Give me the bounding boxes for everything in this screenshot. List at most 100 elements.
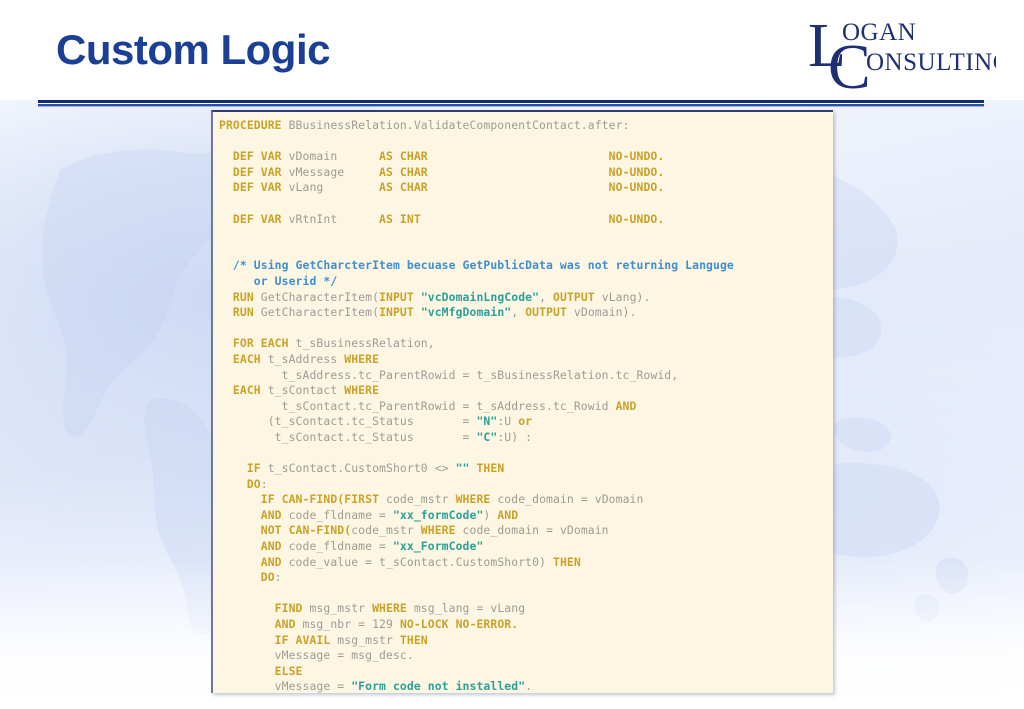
code-token: AND (260, 507, 289, 522)
code-token: vLang (288, 180, 380, 195)
code-token: code_mstr (351, 523, 421, 538)
code-token: vMessage = (219, 679, 352, 693)
code-token: code_fldname = (288, 507, 393, 522)
code-line: DO: (219, 477, 833, 493)
code-line: IF CAN-FIND(FIRST code_mstr WHERE code_d… (219, 492, 833, 508)
code-line: AND code_value = t_sContact.CustomShort0… (219, 555, 833, 571)
code-token: vLang). (601, 289, 651, 304)
code-token: "vcMfgDomain" (420, 305, 512, 320)
code-token: , (511, 305, 526, 320)
code-token: EACH (232, 383, 268, 398)
code-token: code_domain = vDomain (497, 492, 644, 507)
code-token: t_sContact.tc_ParentRowid = t_sAddress.t… (219, 398, 616, 413)
code-token: . (525, 679, 533, 693)
code-token: DO (246, 476, 261, 491)
code-token: PROCEDURE (219, 118, 289, 132)
code-line: DEF VAR vDomain AS CHAR NO-UNDO. (219, 149, 833, 165)
slide: Custom Logic L C OGAN ONSULTING PROCEDUR… (0, 0, 1024, 709)
code-token: FOR EACH (232, 336, 296, 351)
code-token: t_sAddress (267, 351, 345, 366)
code-token: WHERE (455, 492, 498, 507)
code-token: IF AVAIL (274, 632, 338, 647)
code-line: vMessage = msg_desc. (219, 648, 833, 664)
code-token: (t_sContact.tc_Status = (219, 414, 477, 429)
code-line: RUN GetCharacterItem(INPUT "vcDomainLngC… (219, 290, 833, 306)
code-token: "xx_FormCode" (392, 539, 484, 554)
code-token: ) (483, 507, 498, 522)
code-line: DEF VAR vMessage AS CHAR NO-UNDO. (219, 165, 833, 181)
code-token: msg_lang = vLang (413, 601, 526, 616)
code-token: : (274, 570, 282, 585)
code-token: vMessage = msg_desc. (219, 648, 414, 663)
code-line: AND code_fldname = "xx_FormCode" (219, 539, 833, 555)
code-token: ELSE (274, 663, 303, 678)
code-token: : (260, 476, 268, 491)
code-line: t_sAddress.tc_ParentRowid = t_sBusinessR… (219, 368, 833, 384)
code-token: or Userid */ (219, 273, 338, 288)
code-line: t_sContact.tc_ParentRowid = t_sAddress.t… (219, 399, 833, 415)
code-token: OUTPUT (525, 305, 574, 320)
title-divider (38, 100, 984, 108)
code-token: vDomain (288, 149, 380, 164)
code-token: BBusinessRelation.ValidateComponentConta… (288, 118, 630, 132)
code-token: vDomain). (573, 305, 637, 320)
code-line: (t_sContact.tc_Status = "N":U or (219, 414, 833, 430)
code-token: NOT CAN-FIND( (260, 523, 352, 538)
code-token: WHERE (344, 383, 380, 398)
code-line: FIND msg_mstr WHERE msg_lang = vLang (219, 601, 833, 617)
code-token: DO (260, 570, 275, 585)
logo-word-consulting: ONSULTING (866, 49, 996, 76)
code-token: AS CHAR (379, 149, 428, 164)
code-line: IF AVAIL msg_mstr THEN (219, 633, 833, 649)
code-token: t_sAddress.tc_ParentRowid = t_sBusinessR… (219, 367, 679, 382)
code-token: EACH (232, 351, 268, 366)
code-token: AS CHAR (379, 180, 428, 195)
code-token: RUN (232, 289, 261, 304)
code-token: "vcDomainLngCode" (420, 289, 540, 304)
code-token: "" (455, 461, 477, 476)
code-token: DEF VAR (232, 149, 289, 164)
code-token: OUTPUT (553, 289, 602, 304)
code-line: /* Using GetCharcterItem becuase GetPubl… (219, 258, 833, 274)
code-token: AND (260, 539, 289, 554)
code-token: WHERE (420, 523, 463, 538)
code-line: DEF VAR vRtnInt AS INT NO-UNDO. (219, 212, 833, 228)
code-line: t_sContact.tc_Status = "C":U) : (219, 430, 833, 446)
code-token: AS INT (379, 211, 421, 226)
code-line: IF t_sContact.CustomShort0 <> "" THEN (219, 461, 833, 477)
code-token: code_mstr (386, 492, 456, 507)
code-token: msg_nbr = 129 (302, 617, 400, 631)
code-line: or Userid */ (219, 274, 833, 290)
code-token: "N" (476, 414, 498, 429)
code-token: t_sContact.tc_Status = (219, 429, 477, 444)
code-token: DEF VAR (232, 211, 289, 226)
code-token: code_domain = vDomain (462, 523, 609, 538)
code-line: DO: (219, 570, 833, 586)
code-token: "C" (476, 429, 498, 444)
code-token: FIND (274, 601, 310, 616)
code-token: NO-UNDO. (608, 149, 665, 164)
code-token: AND (615, 398, 637, 413)
code-token: msg_mstr (337, 632, 400, 647)
page-title: Custom Logic (56, 26, 331, 73)
